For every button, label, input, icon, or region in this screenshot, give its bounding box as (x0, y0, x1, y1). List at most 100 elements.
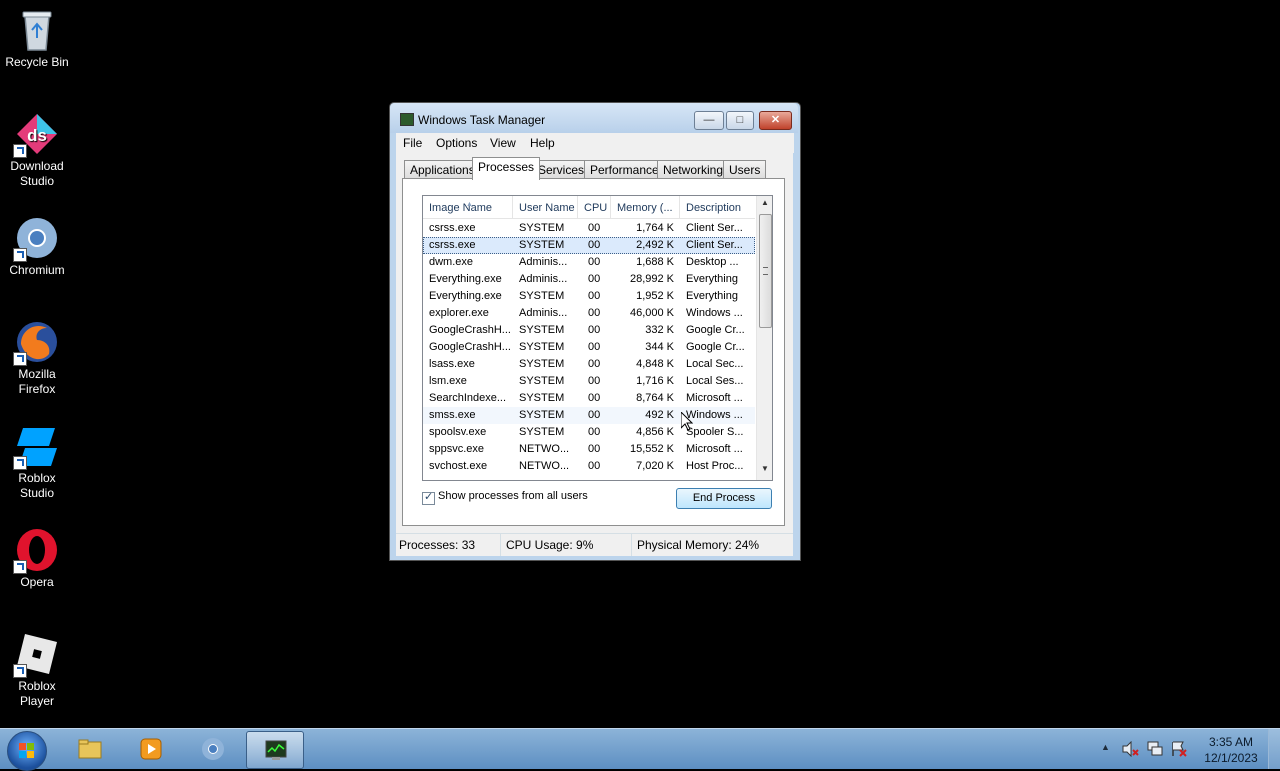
table-cell-name: GoogleCrashH... (429, 324, 511, 336)
vertical-scrollbar[interactable]: ▲ ▼ (756, 196, 772, 480)
table-cell-mem: 1,716 K (636, 375, 674, 387)
scroll-down-icon[interactable]: ▼ (761, 464, 769, 473)
tab-processes[interactable]: Processes (472, 157, 541, 180)
scrollbar-thumb[interactable] (759, 214, 772, 328)
table-cell-user: NETWO... (519, 460, 570, 472)
scroll-up-icon[interactable]: ▲ (761, 198, 769, 207)
menu-view[interactable]: View (490, 136, 516, 150)
process-list[interactable]: ▲ Image Name User Name CPU Memory (... D… (422, 195, 773, 481)
desktop-icon-download-studio[interactable]: ds Download Studio (0, 106, 74, 189)
desktop-icon-firefox[interactable]: Mozilla Firefox (0, 314, 74, 397)
table-cell-mem: 1,688 K (636, 256, 674, 268)
close-button[interactable]: ✕ (759, 111, 792, 130)
tab-users[interactable]: Users (723, 160, 767, 179)
table-row[interactable]: explorer.exe Adminis... 00 46,000 K Windows … (423, 305, 755, 322)
table-row[interactable]: spoolsv.exe SYSTEM 00 4,856 K Spooler S... (423, 424, 755, 441)
show-desktop-button[interactable] (1268, 729, 1280, 769)
table-row[interactable]: Everything.exe Adminis... 00 28,992 K Everyt… (423, 271, 755, 288)
opera-icon (13, 528, 59, 574)
table-row[interactable]: GoogleCrashH... SYSTEM 00 344 K Google Cr... (423, 339, 755, 356)
tab-applications[interactable]: Applications (404, 160, 481, 179)
table-cell-mem: 28,992 K (629, 273, 674, 285)
table-cell-cpu: 00 (588, 222, 601, 234)
table-row[interactable]: csrss.exe SYSTEM 00 2,492 K Client Ser... (423, 237, 755, 254)
table-cell-user: SYSTEM (519, 358, 565, 370)
task-manager-window[interactable]: Windows Task Manager — □ ✕ File Options … (389, 102, 801, 561)
table-cell-name: lsm.exe (429, 375, 467, 387)
table-row[interactable]: smss.exe SYSTEM 00 492 K Windows ... (423, 407, 755, 424)
table-cell-mem: 46,000 K (629, 307, 674, 319)
table-row[interactable]: csrss.exe SYSTEM 00 1,764 K Client Ser... (423, 220, 755, 237)
desktop-icon-recycle-bin[interactable]: Recycle Bin (0, 2, 74, 70)
desktop-icon-roblox-player[interactable]: Roblox Player (0, 626, 74, 709)
svg-text:ds: ds (27, 126, 47, 145)
menu-bar: File Options View Help (396, 133, 794, 153)
table-cell-user: SYSTEM (519, 239, 565, 251)
desktop-icon-label: Opera (20, 575, 54, 589)
shortcut-arrow-icon (13, 560, 27, 574)
start-button[interactable] (7, 731, 47, 771)
system-clock[interactable]: 3:35 AM 12/1/2023 (1196, 734, 1266, 766)
table-cell-desc: Windows ... (686, 307, 743, 319)
table-cell-user: Adminis... (519, 256, 568, 268)
column-cpu[interactable]: CPU (578, 196, 611, 218)
maximize-button[interactable]: □ (726, 111, 754, 130)
title-bar[interactable]: Windows Task Manager — □ ✕ (390, 103, 798, 133)
table-cell-user: Adminis... (519, 307, 568, 319)
column-description[interactable]: Description (680, 196, 755, 218)
show-all-users-label[interactable]: Show processes from all users (438, 490, 588, 502)
taskbar-task-manager[interactable] (246, 731, 304, 769)
network-icon[interactable] (1146, 741, 1164, 760)
desktop-icon-label: Download Studio (10, 159, 64, 188)
table-row[interactable]: GoogleCrashH... SYSTEM 00 332 K Google Cr... (423, 322, 755, 339)
firefox-icon (13, 320, 59, 366)
table-cell-name: lsass.exe (429, 358, 475, 370)
table-cell-cpu: 00 (588, 273, 601, 285)
menu-options[interactable]: Options (436, 136, 477, 150)
minimize-button[interactable]: — (694, 111, 724, 130)
table-cell-mem: 492 K (645, 409, 674, 421)
menu-help[interactable]: Help (530, 136, 555, 150)
list-header: ▲ Image Name User Name CPU Memory (... D… (423, 196, 755, 219)
column-memory[interactable]: Memory (... (611, 196, 680, 218)
table-cell-user: SYSTEM (519, 392, 565, 404)
table-cell-mem: 7,020 K (636, 460, 674, 472)
volume-muted-icon[interactable] (1122, 740, 1140, 760)
table-cell-name: dwm.exe (429, 256, 474, 268)
taskbar-file-explorer[interactable] (61, 731, 117, 767)
show-hidden-icons-icon[interactable]: ▲ (1101, 742, 1110, 752)
list-rows: csrss.exe SYSTEM 00 1,764 K Client Ser... csr… (423, 220, 755, 475)
table-cell-name: csrss.exe (429, 222, 476, 234)
table-cell-desc: Google Cr... (686, 324, 745, 336)
show-all-users-checkbox[interactable]: ✓ (422, 491, 435, 505)
taskbar-chromium[interactable] (184, 731, 240, 767)
tab-networking[interactable]: Networking (657, 160, 730, 179)
action-center-icon[interactable] (1170, 741, 1188, 760)
desktop-icon-label: Mozilla Firefox (18, 367, 56, 396)
taskbar-media-player[interactable] (122, 731, 178, 767)
end-process-button[interactable]: End Process (676, 488, 772, 509)
column-user-name[interactable]: User Name (513, 196, 578, 218)
table-cell-desc: Local Sec... (686, 358, 744, 370)
table-row[interactable]: svchost.exe NETWO... 00 7,020 K Host Proc... (423, 458, 755, 475)
tab-performance[interactable]: Performance (584, 160, 665, 179)
table-cell-cpu: 00 (588, 256, 601, 268)
table-row[interactable]: dwm.exe Adminis... 00 1,688 K Desktop ... (423, 254, 755, 271)
table-row[interactable]: Everything.exe SYSTEM 00 1,952 K Everything (423, 288, 755, 305)
table-row[interactable]: SearchIndexe... SYSTEM 00 8,764 K Microsoft … (423, 390, 755, 407)
table-row[interactable]: lsass.exe SYSTEM 00 4,848 K Local Sec... (423, 356, 755, 373)
download-studio-icon: ds (13, 112, 59, 158)
desktop-icon-opera[interactable]: Opera (0, 522, 74, 590)
column-image-name[interactable]: ▲ Image Name (423, 196, 513, 218)
windows-logo-icon (19, 743, 35, 759)
table-row[interactable]: sppsvc.exe NETWO... 00 15,552 K Microsoft ..… (423, 441, 755, 458)
table-cell-user: SYSTEM (519, 324, 565, 336)
table-row[interactable]: lsm.exe SYSTEM 00 1,716 K Local Ses... (423, 373, 755, 390)
recycle-bin-icon (15, 8, 59, 52)
menu-file[interactable]: File (403, 136, 422, 150)
desktop-icon-chromium[interactable]: Chromium (0, 210, 74, 278)
tab-services[interactable]: Services (532, 160, 591, 179)
table-cell-name: Everything.exe (429, 273, 502, 285)
window-title: Windows Task Manager (418, 113, 546, 127)
desktop-icon-roblox-studio[interactable]: Roblox Studio (0, 418, 74, 501)
